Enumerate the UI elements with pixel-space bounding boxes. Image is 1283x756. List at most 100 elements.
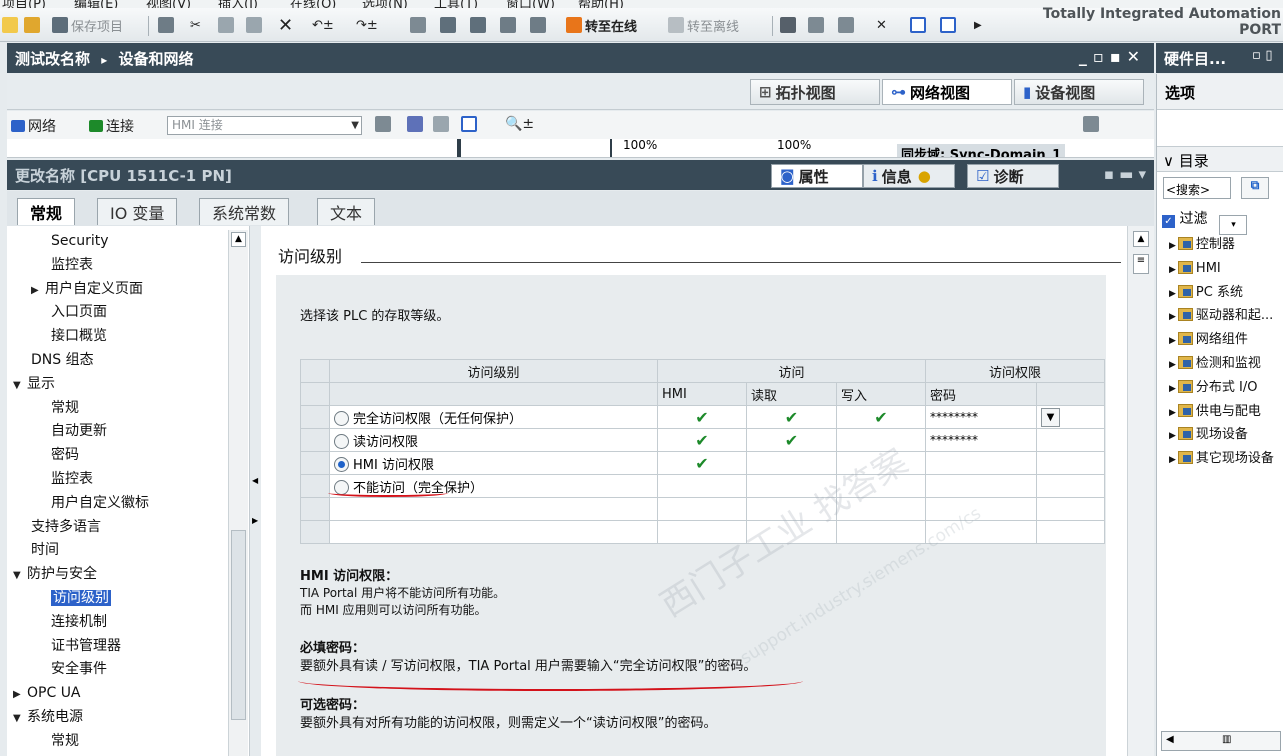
menu-item[interactable]: 帮助(H): [578, 0, 624, 8]
menu-item[interactable]: 窗口(W): [506, 0, 555, 8]
tree-item[interactable]: 时间: [31, 539, 59, 561]
zoom-icon[interactable]: 🔍±: [505, 116, 534, 132]
breadcrumb-root[interactable]: 测试改名称: [15, 50, 90, 68]
tree-item[interactable]: ▶ OPC UA: [13, 682, 81, 704]
tab-device-view[interactable]: ▮ 设备视图: [1014, 79, 1144, 105]
access-level-radio[interactable]: [334, 433, 349, 449]
expand-right-icon[interactable]: ▶: [13, 684, 27, 706]
catalog-item[interactable]: ▶ 分布式 I/O: [1169, 377, 1258, 399]
expand-right-icon[interactable]: ▶: [1169, 360, 1176, 370]
inspector-window-controls[interactable]: ▪ ▬ ▾: [1104, 165, 1146, 183]
split-vertical-icon[interactable]: [940, 14, 959, 36]
accessible-devices-icon[interactable]: [780, 14, 799, 36]
address-icon[interactable]: [375, 116, 394, 132]
expand-right-icon[interactable]: ▶: [1169, 312, 1176, 322]
split-horizontal-icon[interactable]: [910, 14, 929, 36]
open-project-icon[interactable]: [24, 14, 43, 36]
compile-icon[interactable]: [410, 14, 429, 36]
tree-item[interactable]: 常规: [51, 397, 79, 419]
subtab-general[interactable]: 常规: [17, 198, 76, 225]
panel-layout-icon[interactable]: [1083, 116, 1102, 132]
connection-type-select[interactable]: HMI 连接 ▼: [167, 116, 362, 135]
table-icon[interactable]: [433, 116, 452, 132]
start-sim-icon[interactable]: [530, 14, 549, 36]
catalog-item[interactable]: ▶ 现场设备: [1169, 424, 1248, 446]
menu-item[interactable]: 视图(V): [146, 0, 191, 8]
access-level-radio[interactable]: [334, 456, 349, 472]
expand-right-icon[interactable]: ▶: [1169, 265, 1176, 275]
tab-topology-view[interactable]: ⊞ 拓扑视图: [750, 79, 880, 105]
menu-item[interactable]: 编辑(E): [74, 0, 118, 8]
subtab-io-tags[interactable]: IO 变量: [97, 198, 178, 225]
password-dropdown-icon[interactable]: ▼: [1041, 407, 1060, 427]
tree-item[interactable]: 常规: [51, 730, 79, 752]
tab-network-view[interactable]: ⊶ 网络视图: [882, 79, 1012, 105]
interface-icon[interactable]: [407, 116, 426, 132]
filter-dropdown[interactable]: ▾: [1219, 215, 1248, 235]
catalog-section[interactable]: ∨ 目录: [1163, 150, 1209, 171]
password-cell[interactable]: ********: [925, 405, 1037, 429]
subtab-system-constants[interactable]: 系统常数: [199, 198, 290, 225]
catalog-item[interactable]: ▶ 网络组件: [1169, 329, 1248, 351]
undo-icon[interactable]: ↶±: [312, 14, 334, 36]
menu-item[interactable]: 工具(T): [434, 0, 478, 8]
new-project-icon[interactable]: [2, 14, 21, 36]
tree-item[interactable]: ▼ 显示: [13, 373, 55, 395]
expand-right-icon[interactable]: ▶: [1169, 384, 1176, 394]
catalog-item[interactable]: ▶ HMI: [1169, 258, 1221, 280]
menu-item[interactable]: 插入(I): [218, 0, 258, 8]
tree-scroll-thumb[interactable]: [231, 530, 246, 720]
overview-icon[interactable]: [461, 116, 480, 132]
tree-item[interactable]: DNS 组态: [31, 349, 94, 371]
filter-checkbox[interactable]: ✓ 过滤 ▾: [1162, 208, 1248, 235]
subtab-texts[interactable]: 文本: [317, 198, 376, 225]
expand-right-icon[interactable]: ▶: [1169, 431, 1176, 441]
content-scroll-up-icon[interactable]: ▲: [1133, 231, 1149, 247]
expand-right-icon[interactable]: ▶: [31, 280, 45, 302]
tree-item[interactable]: 支持多语言: [31, 516, 101, 538]
tree-item[interactable]: 安全事件: [51, 658, 107, 680]
table-row[interactable]: 完全访问权限（无任何保护） ✔ ✔ ✔ ******** ▼: [300, 405, 1105, 429]
expand-down-icon[interactable]: ▼: [13, 375, 27, 397]
content-scrollbar[interactable]: ▲ ≡: [1127, 226, 1154, 756]
catalog-search-input[interactable]: <搜索>: [1163, 177, 1231, 199]
tree-item[interactable]: 监控表: [51, 468, 93, 490]
tree-item[interactable]: 用户自定义徽标: [51, 492, 149, 514]
tree-item[interactable]: 自动更新: [51, 420, 107, 442]
catalog-item[interactable]: ▶ 驱动器和起...: [1169, 305, 1273, 327]
catalog-item[interactable]: ▶ 控制器: [1169, 234, 1235, 256]
catalog-window-controls[interactable]: ▫ ▯: [1252, 48, 1273, 63]
cut-icon[interactable]: ✂: [190, 14, 201, 36]
catalog-hscrollbar[interactable]: ◀ ▥: [1161, 731, 1281, 751]
search-icon[interactable]: ⧉: [1241, 177, 1269, 199]
menu-item[interactable]: 项目(P): [2, 0, 46, 8]
window-controls[interactable]: _▫▪✕: [1079, 47, 1146, 66]
go-offline-button[interactable]: 转至离线: [668, 14, 739, 36]
menu-item[interactable]: 在线(O): [290, 0, 336, 8]
print-icon[interactable]: [158, 14, 177, 36]
expand-right-icon[interactable]: ▶: [1169, 408, 1176, 418]
tree-item[interactable]: 访问级别: [51, 587, 111, 609]
tree-item[interactable]: 接口概览: [51, 325, 107, 347]
menu-item[interactable]: 选项(N): [362, 0, 408, 8]
tree-item[interactable]: 密码: [51, 444, 79, 466]
copy-icon[interactable]: [218, 14, 237, 36]
upload-icon[interactable]: [470, 14, 489, 36]
expand-right-icon[interactable]: ▶: [1169, 241, 1176, 251]
scroll-up-icon[interactable]: ▲: [231, 232, 246, 247]
tab-properties[interactable]: ◙ 属性: [771, 164, 863, 188]
expand-right-icon[interactable]: ▶: [1169, 336, 1176, 346]
delete-icon[interactable]: ✕: [278, 14, 293, 36]
catalog-item[interactable]: ▶ 检测和监视: [1169, 353, 1261, 375]
go-online-button[interactable]: 转至在线: [566, 14, 637, 36]
tab-info[interactable]: ℹ 信息 ●: [863, 164, 955, 188]
tree-item[interactable]: 证书管理器: [51, 635, 121, 657]
expand-right-icon[interactable]: ▶: [1169, 455, 1176, 465]
access-level-radio[interactable]: [334, 410, 349, 426]
table-row[interactable]: HMI 访问权限 ✔: [300, 451, 1105, 475]
tree-item[interactable]: 入口页面: [51, 301, 107, 323]
expand-down-icon[interactable]: ▼: [13, 565, 27, 587]
redo-icon[interactable]: ↷±: [356, 14, 378, 36]
paste-icon[interactable]: [246, 14, 265, 36]
network-button[interactable]: 网络: [11, 116, 56, 136]
